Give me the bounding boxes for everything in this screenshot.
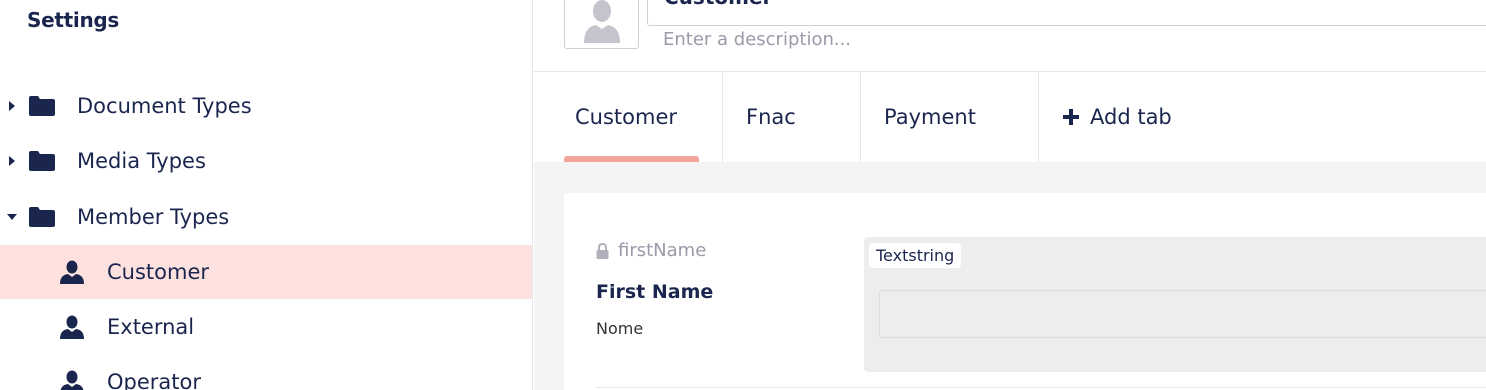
sidebar-title: Settings [27, 8, 120, 32]
folder-icon [29, 151, 55, 171]
plus-icon [1063, 109, 1079, 125]
description-field[interactable]: Enter a description... [663, 29, 851, 50]
tree-item-label: Operator [107, 370, 201, 390]
lock-icon[interactable] [596, 242, 609, 259]
property-label[interactable]: First Name [596, 281, 713, 303]
tree-item-media-types[interactable]: Media Types [0, 134, 532, 188]
editor-type-badge: Textstring [869, 243, 962, 268]
tree-item-external[interactable]: External [0, 300, 532, 354]
expand-caret-icon[interactable] [6, 100, 18, 112]
tree-item-label: External [107, 315, 195, 339]
tab-fnac[interactable]: Fnac [723, 72, 861, 162]
member-icon [60, 370, 84, 390]
folder-icon [29, 207, 55, 227]
tab-label: Customer [575, 105, 678, 129]
property-group-card: firstName First Name Nome Textstring [564, 193, 1486, 390]
tree-item-member-types[interactable]: Member Types [0, 190, 532, 244]
tree-item-label: Member Types [77, 205, 230, 229]
tree-item-label: Document Types [77, 94, 252, 118]
tab-payment[interactable]: Payment [861, 72, 1039, 162]
alias-text: firstName [618, 240, 707, 261]
add-tab-button[interactable]: Add tab [1039, 72, 1219, 162]
property-editor-preview[interactable]: Textstring [864, 237, 1486, 372]
tab-bar: Customer Fnac Payment Add tab [534, 72, 1486, 162]
member-icon [60, 315, 84, 339]
tree-item-label: Media Types [77, 149, 206, 173]
tree-item-operator[interactable]: Operator [0, 355, 532, 390]
expand-caret-icon[interactable] [6, 155, 18, 167]
name-field-value: Customer [664, 0, 772, 9]
tree-item-label: Customer [107, 260, 210, 284]
textstring-preview-field [879, 290, 1486, 338]
tree-item-document-types[interactable]: Document Types [0, 79, 532, 133]
tab-label: Payment [884, 105, 976, 129]
name-field[interactable]: Customer [647, 0, 1486, 26]
tab-label: Fnac [746, 105, 796, 129]
collapse-caret-icon[interactable] [6, 211, 18, 223]
tab-customer[interactable]: Customer [534, 72, 723, 162]
sidebar: Settings Document Types Media Types Memb… [0, 0, 533, 390]
folder-icon [29, 96, 55, 116]
member-icon [60, 260, 84, 284]
app-window: Settings Document Types Media Types Memb… [0, 0, 1486, 390]
property-alias[interactable]: firstName [596, 240, 706, 261]
icon-picker-button[interactable] [564, 0, 639, 49]
editor-header: Customer Enter a description... [534, 0, 1486, 72]
main-panel: Customer Enter a description... Customer… [534, 0, 1486, 390]
divider [596, 387, 1486, 388]
property-description: Nome [596, 319, 644, 338]
tree-item-customer[interactable]: Customer [0, 245, 532, 299]
tab-content: firstName First Name Nome Textstring [534, 162, 1486, 390]
member-placeholder-icon [583, 0, 620, 43]
tab-label: Add tab [1090, 105, 1172, 129]
